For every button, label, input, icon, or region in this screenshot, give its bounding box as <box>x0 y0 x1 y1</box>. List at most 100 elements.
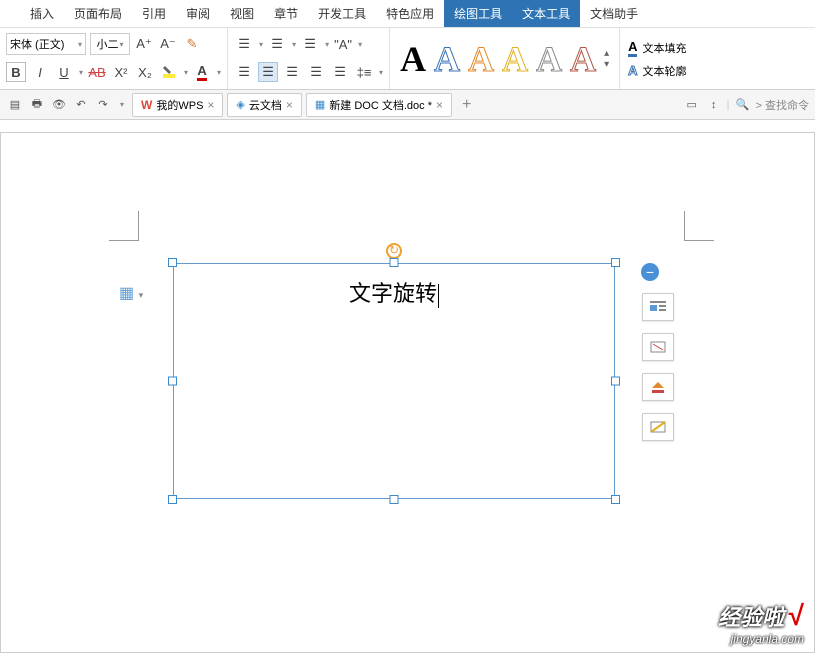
text-style-3[interactable]: A <box>468 38 494 80</box>
align-right-button[interactable]: ☰ <box>282 62 302 82</box>
menu-insert[interactable]: 插入 <box>20 0 64 27</box>
chevron-down-icon: ▾ <box>78 40 82 49</box>
chevron-down-icon[interactable]: ▾ <box>379 68 383 77</box>
menu-doc-assist[interactable]: 文档助手 <box>580 0 648 27</box>
ribbon-paragraph-group: ☰ ▾ ☰ ▾ ☰ ▾ "A" ▾ ☰ ☰ ☰ ☰ ☰ ‡≡ ▾ <box>228 28 390 89</box>
chevron-down-icon[interactable]: ▾ <box>292 40 296 49</box>
page-margin-corner <box>109 211 139 241</box>
text-style-1[interactable]: A <box>400 38 426 80</box>
resize-handle-bl[interactable] <box>168 495 177 504</box>
bullet-list-button[interactable]: ☰ <box>234 34 254 54</box>
bold-button[interactable]: B <box>6 62 26 82</box>
align-justify-button[interactable]: ☰ <box>306 62 326 82</box>
align-center-button[interactable]: ☰ <box>258 62 278 82</box>
menu-drawing-tools[interactable]: 绘图工具 <box>444 0 512 27</box>
close-icon[interactable]: × <box>436 98 443 112</box>
chevron-down-icon[interactable]: ▾ <box>217 68 221 77</box>
resize-handle-r[interactable] <box>611 377 620 386</box>
text-outline-label: 文本轮廓 <box>642 63 686 79</box>
font-color-button[interactable]: A <box>192 62 212 82</box>
text-direction-button[interactable]: "A" <box>333 34 353 54</box>
text-fill-button[interactable]: A 文本填充 <box>628 39 686 57</box>
resize-handle-t[interactable] <box>390 258 399 267</box>
font-size-value: 小二 <box>96 36 118 52</box>
menu-page-layout[interactable]: 页面布局 <box>64 0 132 27</box>
undo-icon[interactable]: ↶ <box>72 96 90 114</box>
fill-color-button[interactable] <box>642 333 674 361</box>
watermark-text: 经验啦 <box>718 605 784 630</box>
outline-icon: A <box>628 63 637 78</box>
config-icon[interactable]: ↕ <box>705 96 723 114</box>
textbox[interactable]: 文字旋转 <box>173 263 615 499</box>
search-hint[interactable]: > 查找命令 <box>756 97 809 113</box>
menu-special-apps[interactable]: 特色应用 <box>376 0 444 27</box>
menu-references[interactable]: 引用 <box>132 0 176 27</box>
resize-handle-tl[interactable] <box>168 258 177 267</box>
close-icon[interactable]: × <box>286 98 293 112</box>
chevron-down-icon[interactable]: ▾ <box>120 100 124 109</box>
distribute-button[interactable]: ☰ <box>330 62 350 82</box>
textbox-text[interactable]: 文字旋转 <box>349 276 439 308</box>
numbered-list-button[interactable]: ☰ <box>267 34 287 54</box>
add-tab-button[interactable]: + <box>456 96 477 114</box>
line-spacing-button[interactable]: ‡≡ <box>354 62 374 82</box>
align-left-button[interactable]: ☰ <box>234 62 254 82</box>
tab-label: 新建 DOC 文档.doc * <box>329 97 432 113</box>
text-style-4[interactable]: A <box>502 38 528 80</box>
menu-text-tools[interactable]: 文本工具 <box>512 0 580 27</box>
styles-more-button[interactable]: ▴▾ <box>604 48 609 70</box>
text-outline-button[interactable]: A 文本轮廓 <box>628 63 686 79</box>
document-area[interactable]: ▦ ▾ 文字旋转 − 经验啦 <box>0 132 815 653</box>
chevron-down-icon[interactable]: ▾ <box>259 40 263 49</box>
resize-handle-b[interactable] <box>390 495 399 504</box>
strikethrough-button[interactable]: AB <box>87 62 107 82</box>
shape-fill-button[interactable] <box>642 373 674 401</box>
search-icon[interactable]: 🔍 <box>734 96 752 114</box>
chevron-down-icon[interactable]: ▾ <box>79 68 83 77</box>
text-cursor <box>438 284 439 308</box>
outline-button[interactable] <box>642 413 674 441</box>
chevron-down-icon[interactable]: ▾ <box>358 40 362 49</box>
clear-format-button[interactable]: ✎ <box>182 34 202 54</box>
layout-options-icon[interactable]: ▦ ▾ <box>119 283 143 303</box>
preview-icon[interactable]: 👁 <box>50 96 68 114</box>
decrease-font-button[interactable]: A⁻ <box>158 34 178 54</box>
font-name-select[interactable]: 宋体 (正文) ▾ <box>6 33 86 55</box>
redo-icon[interactable]: ↷ <box>94 96 112 114</box>
menu-bar: 插入 页面布局 引用 审阅 视图 章节 开发工具 特色应用 绘图工具 文本工具 … <box>0 0 815 28</box>
text-style-2[interactable]: A <box>434 38 460 80</box>
underline-button[interactable]: U <box>54 62 74 82</box>
font-name-value: 宋体 (正文) <box>10 36 64 52</box>
indent-button[interactable]: ☰ <box>300 34 320 54</box>
wrap-text-button[interactable] <box>642 293 674 321</box>
close-icon[interactable]: × <box>207 98 214 112</box>
resize-handle-tr[interactable] <box>611 258 620 267</box>
rotate-handle[interactable] <box>386 243 402 259</box>
subscript-button[interactable]: X₂ <box>135 62 155 82</box>
increase-font-button[interactable]: A⁺ <box>134 34 154 54</box>
chevron-down-icon[interactable]: ▾ <box>325 40 329 49</box>
tab-new-doc[interactable]: ▦ 新建 DOC 文档.doc * × <box>306 93 452 117</box>
resize-handle-br[interactable] <box>611 495 620 504</box>
italic-button[interactable]: I <box>30 62 50 82</box>
textbox-container: 文字旋转 <box>173 263 615 499</box>
tab-cloud-docs[interactable]: ◈ 云文档 × <box>227 93 301 117</box>
superscript-button[interactable]: X² <box>111 62 131 82</box>
collapse-panel-icon[interactable]: − <box>641 263 659 281</box>
text-style-6[interactable]: A <box>570 38 596 80</box>
menu-review[interactable]: 审阅 <box>176 0 220 27</box>
chevron-down-icon[interactable]: ▾ <box>184 68 188 77</box>
resize-handle-l[interactable] <box>168 377 177 386</box>
print-icon[interactable]: 🖶 <box>28 96 46 114</box>
watermark: 经验啦 √ jingyanla.com <box>718 600 804 646</box>
menu-chapters[interactable]: 章节 <box>264 0 308 27</box>
highlight-button[interactable] <box>159 62 179 82</box>
home-icon[interactable]: ▤ <box>6 96 24 114</box>
tab-my-wps[interactable]: W 我的WPS × <box>132 93 223 117</box>
menu-view[interactable]: 视图 <box>220 0 264 27</box>
text-style-5[interactable]: A <box>536 38 562 80</box>
chevron-down-icon: ▾ <box>119 40 123 49</box>
screen-icon[interactable]: ▭ <box>683 96 701 114</box>
font-size-select[interactable]: 小二 ▾ <box>90 33 130 55</box>
menu-dev-tools[interactable]: 开发工具 <box>308 0 376 27</box>
